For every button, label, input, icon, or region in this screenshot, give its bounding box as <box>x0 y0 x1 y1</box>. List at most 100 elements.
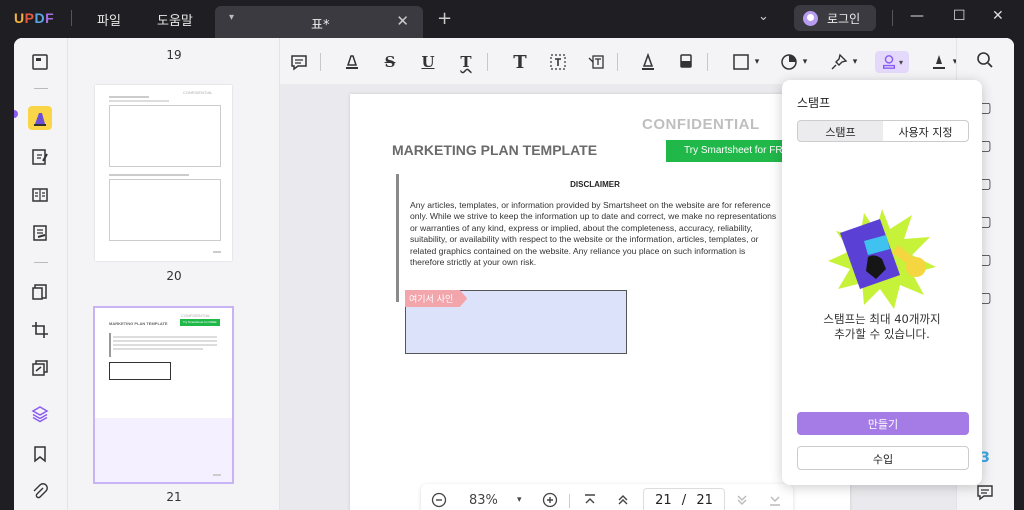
comment-highlight-icon[interactable] <box>28 106 52 130</box>
divider <box>34 88 48 89</box>
text-callout-icon[interactable] <box>585 51 607 73</box>
avatar-icon <box>803 11 818 26</box>
document-tab[interactable]: ▾ 표* ✕ <box>215 6 423 38</box>
bookmark-icon[interactable] <box>28 442 52 466</box>
attachment-icon[interactable] <box>28 480 52 504</box>
toolbar-divider <box>487 53 488 71</box>
new-tab-icon[interactable]: + <box>437 8 452 29</box>
stamp-message-line1: 스탬프는 최대 40개까지 <box>823 312 941 326</box>
document-title: MARKETING PLAN TEMPLATE <box>392 142 598 158</box>
layers-icon[interactable] <box>28 402 52 426</box>
tab-list-chevron-icon[interactable]: ⌄ <box>758 9 769 24</box>
pin-dropdown-icon[interactable]: ▾ <box>844 51 866 73</box>
stamp-popover: 스탬프 스탬프 사용자 지정 스탬프는 최대 40개까지 추가할 수 있습니다.… <box>782 80 982 485</box>
zoom-in-icon[interactable] <box>542 492 558 510</box>
comments-icon[interactable] <box>975 482 995 502</box>
strikethrough-icon[interactable]: S <box>379 51 401 73</box>
organize-pages-icon[interactable] <box>28 183 52 207</box>
stamp-limit-message: 스탬프는 최대 40개까지 추가할 수 있습니다. <box>782 312 982 342</box>
menu-help[interactable]: 도움말 <box>157 10 193 29</box>
text-box-icon[interactable] <box>547 51 569 73</box>
thumb-text-line <box>113 344 217 346</box>
close-window-icon[interactable]: ✕ <box>992 8 1004 24</box>
sticky-note-icon[interactable] <box>288 51 310 73</box>
zoom-bar: 83% ▾ 21 / 21 <box>421 484 793 510</box>
shape-dropdown-icon[interactable]: ▾ <box>746 51 768 73</box>
disclaimer-heading: DISCLAIMER <box>570 180 620 189</box>
create-stamp-button[interactable]: 만들기 <box>797 412 969 435</box>
thumb-title: MARKETING PLAN TEMPLATE <box>109 321 168 326</box>
next-page-icon[interactable] <box>735 492 749 510</box>
protect-icon[interactable] <box>28 356 52 380</box>
close-tab-icon[interactable]: ✕ <box>396 12 409 30</box>
zoom-level[interactable]: 83% <box>469 493 498 508</box>
edit-pdf-icon[interactable] <box>28 145 52 169</box>
sign-here-tag[interactable]: 여기서 사인 <box>405 290 468 307</box>
thumb-box <box>109 105 221 167</box>
tab-stamp[interactable]: 스탬프 <box>798 121 883 141</box>
reader-icon[interactable] <box>28 50 52 74</box>
title-divider <box>71 10 72 26</box>
thumb-confidential: CONFIDENTIAL <box>183 90 213 95</box>
stamp-illustration <box>828 209 936 309</box>
title-divider <box>892 10 893 26</box>
disclaimer-body: Any articles, templates, or information … <box>410 200 777 268</box>
divider <box>34 262 48 263</box>
stamp-segment-control: 스탬프 사용자 지정 <box>797 120 969 142</box>
page-number-label: 21 <box>166 490 182 504</box>
thumb-box <box>109 179 221 241</box>
thumb-page-marker <box>213 474 221 476</box>
tab-custom[interactable]: 사용자 지정 <box>883 121 968 141</box>
thumb-text-line <box>109 174 189 176</box>
stamp-dropdown-icon: ▾ <box>898 57 903 67</box>
first-page-icon[interactable] <box>583 492 597 510</box>
current-page: 21 <box>655 493 672 508</box>
thumb-confidential: CONFIDENTIAL <box>181 313 211 318</box>
underline-icon[interactable]: U <box>417 51 439 73</box>
menu-file[interactable]: 파일 <box>97 10 121 29</box>
page-number-label: 19 <box>166 48 182 62</box>
page-thumbnail-21[interactable]: CONFIDENTIAL MARKETING PLAN TEMPLATE Try… <box>93 306 234 484</box>
thumb-page-content: CONFIDENTIAL MARKETING PLAN TEMPLATE Try… <box>95 308 232 418</box>
crop-icon[interactable] <box>28 318 52 342</box>
eraser-icon[interactable] <box>675 51 697 73</box>
tab-dropdown-icon[interactable]: ▾ <box>229 12 234 23</box>
last-page-icon[interactable] <box>768 492 782 510</box>
stamp-message-line2: 추가할 수 있습니다. <box>834 327 930 341</box>
total-pages: 21 <box>696 493 713 508</box>
thumb-text-line <box>113 340 217 342</box>
toolbar-divider <box>617 53 618 71</box>
page-number-input[interactable]: 21 / 21 <box>643 488 725 510</box>
stamp-tool-button[interactable]: ▾ <box>875 51 909 73</box>
previous-page-icon[interactable] <box>616 492 630 510</box>
zoom-out-icon[interactable] <box>431 492 447 510</box>
convert-icon[interactable] <box>28 280 52 304</box>
squiggly-icon[interactable]: T <box>455 51 477 73</box>
page-thumbnail-20[interactable]: CONFIDENTIAL <box>95 85 232 261</box>
confidential-label: CONFIDENTIAL <box>642 116 760 133</box>
quote-bar <box>396 174 399 302</box>
pdf-page: CONFIDENTIAL MARKETING PLAN TEMPLATE Try… <box>350 94 850 510</box>
minimize-icon[interactable]: — <box>910 8 924 24</box>
thumb-text-line <box>109 100 169 102</box>
highlight-icon[interactable] <box>341 51 363 73</box>
login-button[interactable]: 로그인 <box>794 5 876 31</box>
thumb-text-line <box>113 348 203 350</box>
thumb-sign-box <box>109 362 171 380</box>
thumb-page-marker <box>213 251 221 253</box>
zoom-dropdown-icon[interactable]: ▾ <box>517 495 522 505</box>
thumb-text-line <box>109 96 149 98</box>
search-icon[interactable] <box>975 50 995 70</box>
form-icon[interactable] <box>28 221 52 245</box>
import-stamp-button[interactable]: 수입 <box>797 446 969 470</box>
maximize-icon[interactable]: ☐ <box>953 8 966 24</box>
comment-toolbar: S U T T ▾ ▾ ▾ ▾ ▾ <box>280 38 1014 84</box>
thumb-try-button: Try Smartsheet for FREE <box>180 319 220 326</box>
toolbar-divider <box>707 53 708 71</box>
toolbar-divider <box>320 53 321 71</box>
sticker-dropdown-icon[interactable]: ▾ <box>794 51 816 73</box>
updf-logo: UPDF <box>14 10 55 26</box>
pencil-icon[interactable] <box>637 51 659 73</box>
text-icon[interactable]: T <box>509 51 531 73</box>
login-label: 로그인 <box>827 12 861 26</box>
